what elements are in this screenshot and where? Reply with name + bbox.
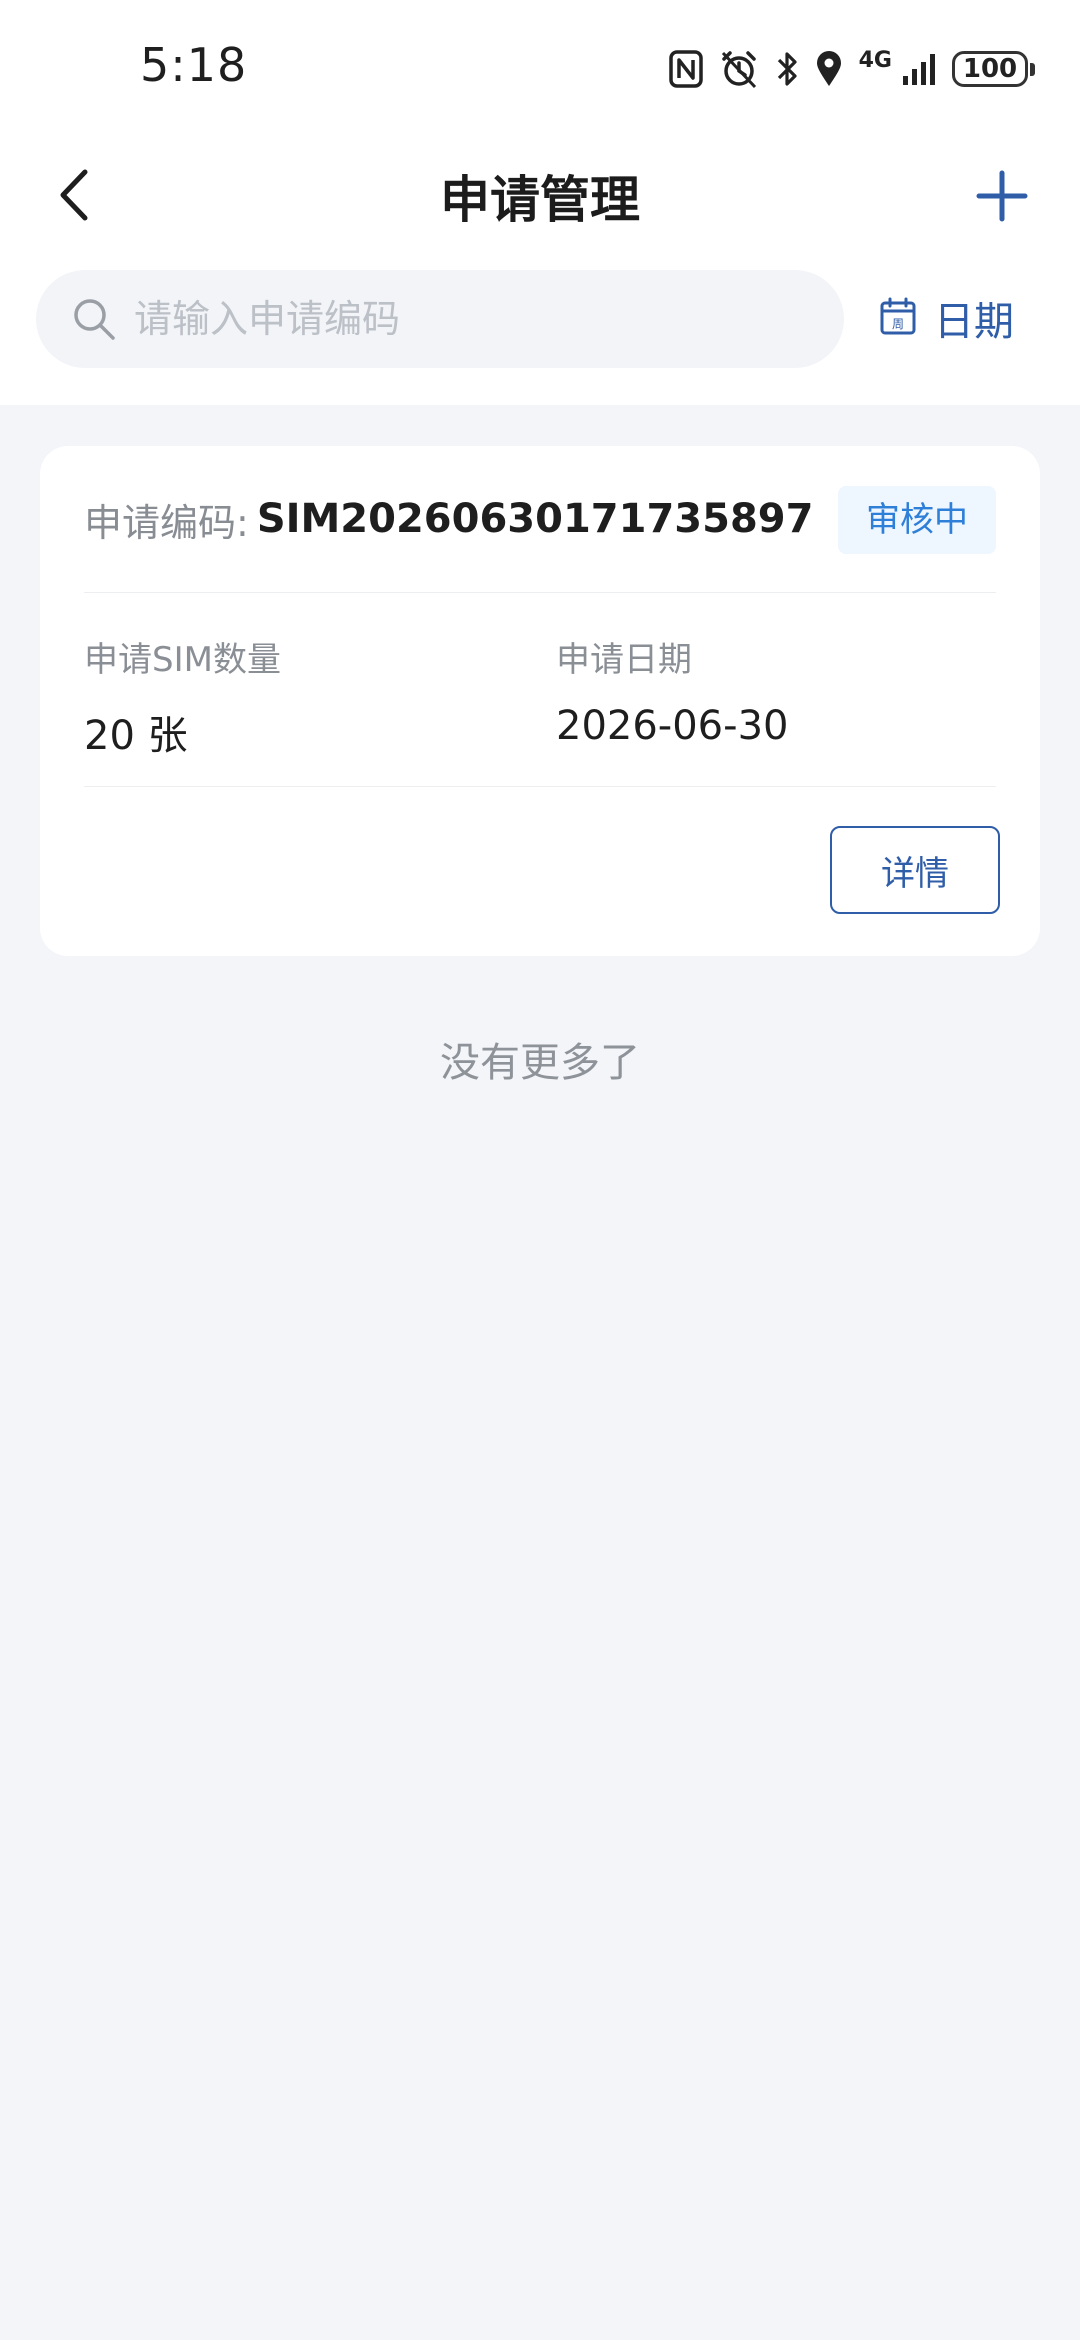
network-type: 4G — [858, 48, 892, 73]
search-bar — [36, 270, 844, 368]
top-header-area: 5:18 4G 100 申请管理 请输入申请编码 周 日期 — [0, 0, 1080, 405]
application-card-header: 申请编码: SIM20260630171735897 审核中 — [84, 446, 996, 593]
sim-quantity-value: 20 张 — [84, 713, 188, 759]
nfc-icon — [668, 50, 703, 88]
application-date-label: 申请日期 — [556, 640, 692, 680]
search-icon — [70, 295, 118, 343]
date-filter-label: 日期 — [934, 299, 1014, 345]
calendar-icon: 周 — [880, 297, 916, 339]
add-application-button[interactable] — [964, 160, 1040, 236]
nav-bar: 申请管理 — [0, 150, 1080, 240]
sim-quantity-field: 申请SIM数量 20 张 — [84, 632, 281, 761]
battery-icon: 100 — [952, 51, 1035, 87]
list-end-text: 没有更多了 — [440, 1040, 640, 1086]
status-badge: 审核中 — [838, 486, 996, 554]
date-filter-button[interactable]: 周 日期 — [880, 285, 1014, 351]
application-date-value: 2026-06-30 — [556, 703, 789, 749]
calendar-icon-text: 周 — [892, 317, 904, 331]
status-bar: 5:18 4G 100 — [0, 0, 1080, 140]
status-icons: 4G 100 — [668, 44, 1035, 94]
application-date-field: 申请日期 2026-06-30 — [556, 632, 788, 749]
status-time: 5:18 — [140, 38, 248, 92]
sim-quantity-label: 申请SIM数量 — [84, 640, 281, 680]
signal-icon — [902, 52, 936, 86]
page-title: 申请管理 — [440, 171, 640, 229]
application-info-row: 申请SIM数量 20 张 申请日期 2026-06-30 — [84, 592, 996, 787]
bluetooth-icon — [775, 50, 799, 88]
application-code-label: 申请编码: — [84, 500, 249, 545]
search-input[interactable] — [132, 288, 796, 350]
location-icon — [815, 50, 843, 88]
detail-button[interactable]: 详情 — [830, 826, 1000, 914]
alarm-icon — [719, 49, 759, 89]
plus-icon — [976, 170, 1028, 226]
application-card: 申请编码: SIM20260630171735897 审核中 申请SIM数量 2… — [40, 446, 1040, 956]
application-code-value: SIM20260630171735897 — [256, 496, 814, 542]
